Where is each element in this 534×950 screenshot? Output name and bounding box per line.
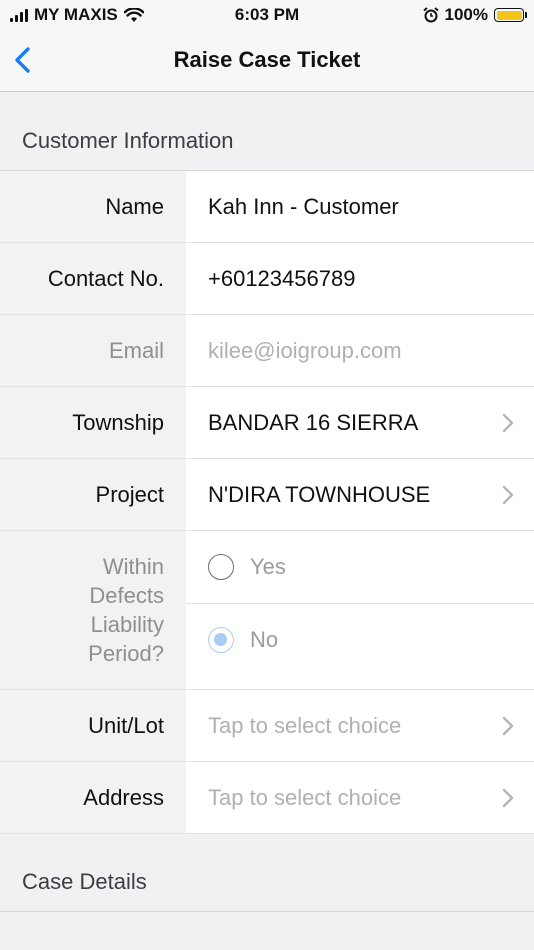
battery-percent: 100% <box>444 5 488 24</box>
unit-lot-label: Unit/Lot <box>0 690 186 761</box>
radio-checked-icon[interactable] <box>208 626 234 653</box>
address-row[interactable]: Address Tap to select choice <box>0 762 534 834</box>
radio-option-yes[interactable]: Yes <box>186 531 534 603</box>
project-selected: N'DIRA TOWNHOUSE <box>208 481 431 507</box>
township-row[interactable]: Township BANDAR 16 SIERRA <box>0 387 534 459</box>
township-selected: BANDAR 16 SIERRA <box>208 409 419 435</box>
email-value: kilee@ioigroup.com <box>186 315 534 386</box>
navigation-bar: Raise Case Ticket <box>0 30 534 92</box>
unit-lot-value[interactable]: Tap to select choice <box>186 690 534 761</box>
chevron-right-icon <box>502 485 514 504</box>
project-label: Project <box>0 459 186 530</box>
section-header-customer-information: Customer Information <box>22 128 234 153</box>
radio-label-no: No <box>250 626 279 652</box>
unit-lot-row[interactable]: Unit/Lot Tap to select choice <box>0 690 534 762</box>
page-title: Raise Case Ticket <box>173 47 361 72</box>
project-value[interactable]: N'DIRA TOWNHOUSE <box>186 459 534 530</box>
project-row[interactable]: Project N'DIRA TOWNHOUSE <box>0 459 534 531</box>
status-bar: MY MAXIS 6:03 PM 100% <box>0 0 534 30</box>
radio-label-yes: Yes <box>250 554 286 579</box>
email-label: Email <box>0 315 186 386</box>
contact-label: Contact No. <box>0 243 186 314</box>
defects-liability-row: Within Defects Liability Period? Yes No <box>0 531 534 690</box>
customer-info-form: Name Kah Inn - Customer Contact No. +601… <box>0 170 534 834</box>
radio-unchecked-icon[interactable] <box>208 554 234 580</box>
email-row: Email kilee@ioigroup.com <box>0 315 534 387</box>
section-header-case-details: Case Details <box>0 833 534 912</box>
name-label: Name <box>0 171 186 242</box>
status-right: 100% <box>422 5 527 25</box>
defects-liability-label: Within Defects Liability Period? <box>0 531 186 689</box>
battery-icon <box>494 8 527 22</box>
address-label: Address <box>0 762 186 833</box>
radio-option-no[interactable]: No <box>186 603 534 675</box>
defects-liability-radio-group: Yes No <box>186 531 534 689</box>
address-value[interactable]: Tap to select choice <box>186 762 534 833</box>
township-label: Township <box>0 387 186 458</box>
alarm-icon <box>422 7 439 23</box>
township-value[interactable]: BANDAR 16 SIERRA <box>186 387 534 458</box>
name-row[interactable]: Name Kah Inn - Customer <box>0 171 534 243</box>
name-value[interactable]: Kah Inn - Customer <box>186 171 534 242</box>
contact-row[interactable]: Contact No. +60123456789 <box>0 243 534 315</box>
chevron-right-icon <box>502 413 514 432</box>
chevron-right-icon <box>502 716 514 735</box>
contact-value[interactable]: +60123456789 <box>186 243 534 314</box>
address-placeholder: Tap to select choice <box>208 784 402 810</box>
unit-lot-placeholder: Tap to select choice <box>208 712 402 738</box>
chevron-right-icon <box>502 788 514 807</box>
